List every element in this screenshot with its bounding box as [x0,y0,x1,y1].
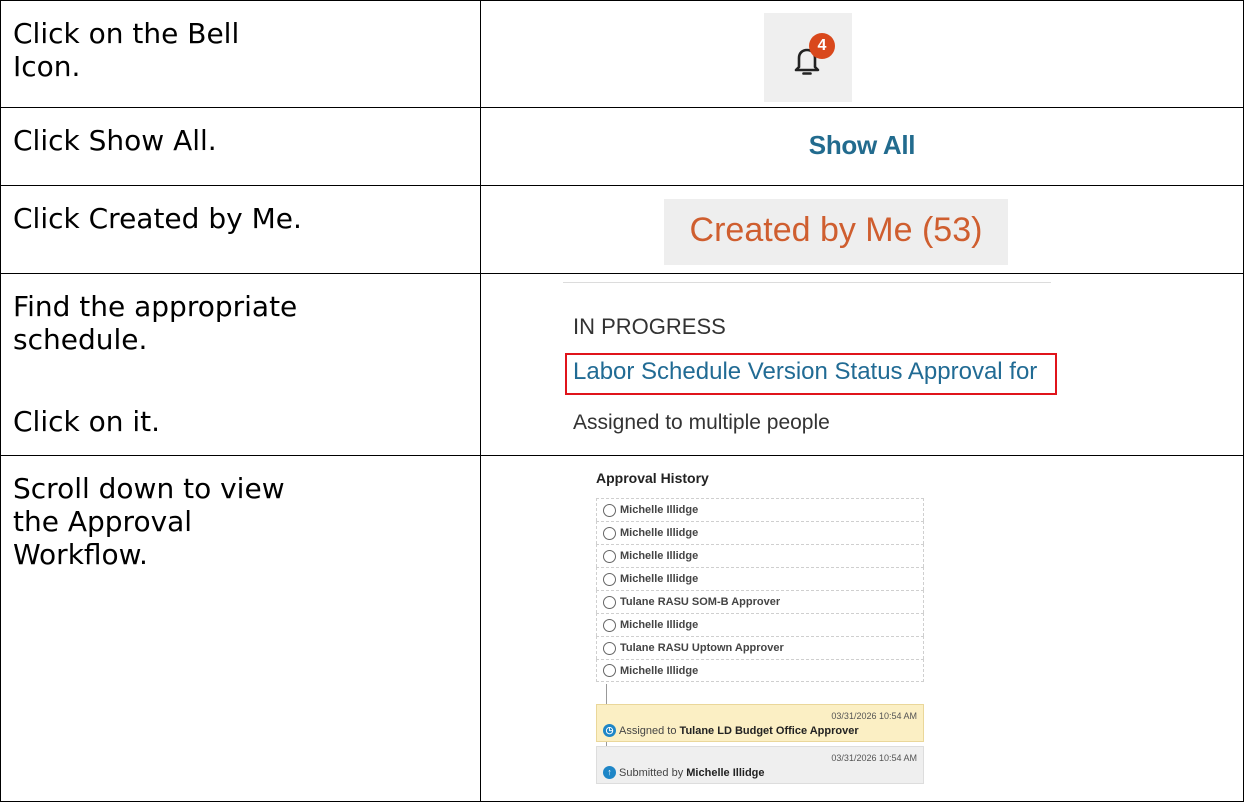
approver-row: Tulane RASU Uptown Approver [596,636,924,659]
approver-row: Michelle Illidge [596,567,924,590]
approver-name: Michelle Illidge [620,527,699,539]
approver-row: Michelle Illidge [596,659,924,682]
created-by-me-label: Created by Me (53) [689,211,983,249]
notification-count-badge: 4 [809,33,835,59]
step-row-show-all: Click Show All. Show All [0,107,1244,186]
approver-name: Michelle Illidge [620,664,699,677]
step-visual: IN PROGRESS Labor Schedule Version Statu… [480,273,1244,456]
approver-name: Michelle Illidge [620,504,699,516]
divider [563,282,1051,283]
task-assignment-text: Assigned to multiple people [573,411,830,434]
approver-row: Tulane RASU SOM-B Approver [596,590,924,613]
step-visual: Show All [480,107,1244,186]
approver-name: Michelle Illidge [620,573,699,585]
instruction-line: Click on the Bell [13,17,240,50]
approver-row: Michelle Illidge [596,521,924,544]
instruction-line: Click on it. [13,405,161,438]
pending-circle-icon [603,595,616,609]
instruction-line: Workflow. [13,538,148,571]
assigned-prefix: Assigned to [619,725,677,737]
submitted-card: 03/31/2026 10:54 AM ↑ Submitted by Miche… [596,746,924,784]
clock-icon: ◷ [603,724,616,737]
timestamp: 03/31/2026 10:54 AM [831,711,917,721]
step-row-bell: Click on the Bell Icon. 4 [0,0,1244,108]
approver-row: Michelle Illidge [596,544,924,567]
approver-name: Tulane RASU SOM-B Approver [620,596,781,608]
approver-name: Michelle Illidge [620,619,699,631]
step-instruction: Scroll down to view the Approval Workflo… [0,455,481,802]
instruction-line: Icon. [13,50,81,83]
instruction-line: the Approval [13,505,193,538]
submitter-name: Michelle Illidge [686,767,765,779]
approval-history-title: Approval History [596,470,709,486]
step-row-created-by-me: Click Created by Me. Created by Me (53) [0,185,1244,274]
pending-circle-icon [603,664,616,677]
assigned-text: Assigned to Tulane LD Budget Office Appr… [619,725,859,737]
approver-name: Michelle Illidge [620,550,699,562]
instruction-table: Click on the Bell Icon. 4 Click Show All… [0,0,1244,802]
approver-row: Michelle Illidge [596,613,924,636]
pending-circle-icon [603,549,616,563]
approver-name: Tulane RASU Uptown Approver [620,642,784,654]
task-title-link[interactable]: Labor Schedule Version Status Approval f… [573,358,1037,386]
notifications-bell-button[interactable]: 4 [764,13,852,102]
submitted-text: Submitted by Michelle Illidge [619,767,765,779]
step-row-approval-workflow: Scroll down to view the Approval Workflo… [0,455,1244,802]
pending-circle-icon [603,526,616,540]
pending-circle-icon [603,503,616,517]
step-instruction: Find the appropriate schedule. Click on … [0,273,481,456]
timestamp: 03/31/2026 10:54 AM [831,753,917,763]
submitted-prefix: Submitted by [619,767,684,779]
step-instruction: Click on the Bell Icon. [0,0,481,108]
instruction-line: schedule. [13,323,148,356]
timeline-connector [606,684,607,704]
pending-circle-icon [603,572,616,586]
approver-row: Michelle Illidge [596,498,924,521]
section-heading: IN PROGRESS [573,314,726,339]
step-visual: 4 [480,0,1244,108]
pending-circle-icon [603,618,616,632]
created-by-me-tab[interactable]: Created by Me (53) [664,199,1008,265]
pending-circle-icon [603,641,616,655]
step-visual: Created by Me (53) [480,185,1244,274]
assigned-card: 03/31/2026 10:54 AM ◷ Assigned to Tulane… [596,704,924,742]
show-all-link[interactable]: Show All [481,130,1243,161]
instruction-line: Find the appropriate [13,290,298,323]
step-instruction: Click Created by Me. [0,185,481,274]
step-visual: Approval History Michelle Illidge Michel… [480,455,1244,802]
step-row-find-schedule: Find the appropriate schedule. Click on … [0,273,1244,456]
step-instruction: Click Show All. [0,107,481,186]
assigned-approver-name: Tulane LD Budget Office Approver [679,725,859,737]
instruction-line: Scroll down to view [13,472,285,505]
up-arrow-icon: ↑ [603,766,616,779]
approver-list: Michelle Illidge Michelle Illidge Michel… [596,498,924,682]
